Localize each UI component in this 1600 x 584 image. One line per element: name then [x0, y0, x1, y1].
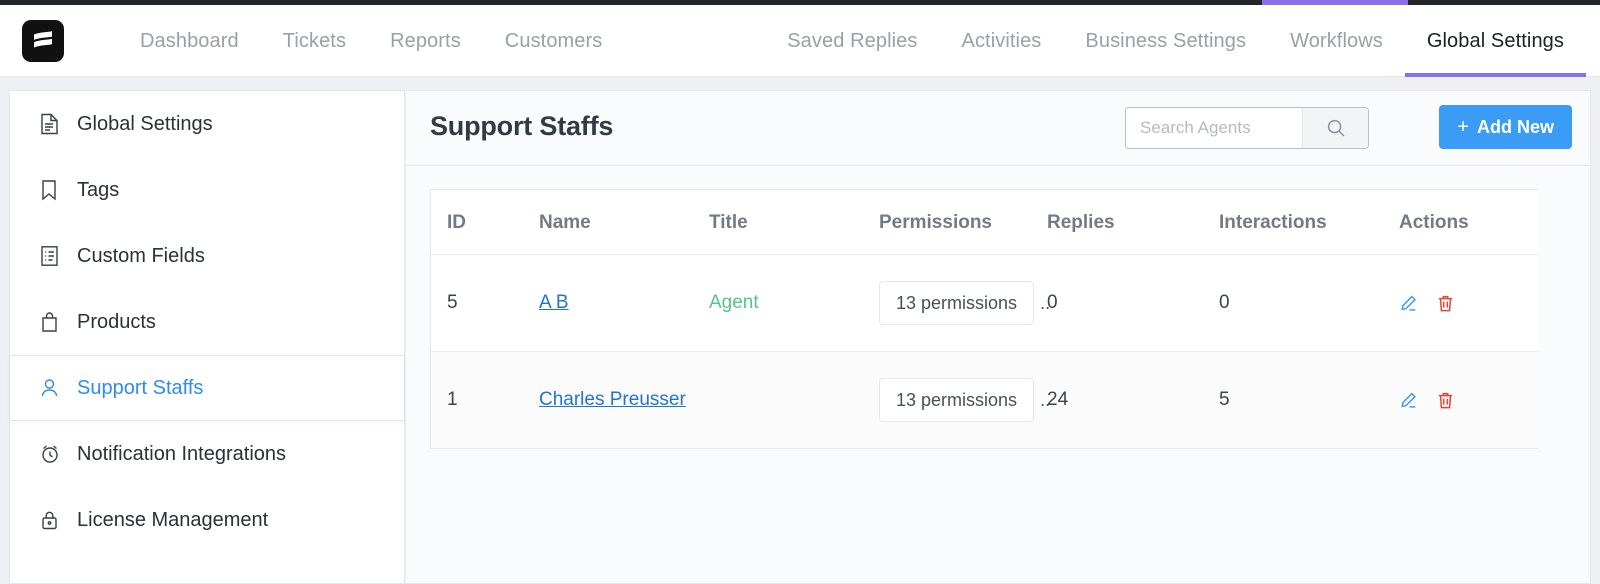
- sidebar-item-license-management[interactable]: License Management: [10, 487, 404, 553]
- column-header-interactions: Interactions: [1219, 190, 1399, 255]
- column-header-actions: Actions: [1399, 190, 1539, 255]
- staff-name-link[interactable]: Charles Preusser: [539, 389, 686, 410]
- permissions-chip[interactable]: 13 permissions: [879, 378, 1034, 422]
- nav-item-reports[interactable]: Reports: [368, 5, 483, 77]
- cell-interactions: 5: [1219, 352, 1399, 449]
- page-title: Support Staffs: [430, 111, 613, 142]
- table-row: 1 Charles Preusser 13 permissions ..: [431, 352, 1539, 449]
- cell-id: 1: [431, 352, 539, 449]
- column-header-name: Name: [539, 190, 709, 255]
- sidebar-item-label: Support Staffs: [77, 377, 203, 400]
- nav-label: Customers: [505, 30, 603, 53]
- column-header-permissions: Permissions: [879, 190, 1047, 255]
- permissions-chip[interactable]: 13 permissions: [879, 281, 1034, 325]
- sidebar-item-custom-fields[interactable]: Custom Fields: [10, 223, 404, 289]
- sidebar-item-label: License Management: [77, 509, 268, 532]
- alarm-clock-icon: [40, 442, 66, 466]
- cell-permissions: 13 permissions ..: [879, 352, 1047, 449]
- cell-actions: [1399, 352, 1539, 449]
- table-row: 5 A B Agent 13 permissions ..: [431, 255, 1539, 352]
- nav-label: Tickets: [283, 30, 346, 53]
- nav-item-customers[interactable]: Customers: [483, 5, 625, 77]
- bag-icon: [40, 310, 66, 334]
- primary-nav-left: Dashboard Tickets Reports Customers: [118, 5, 624, 77]
- nav-label: Saved Replies: [787, 30, 917, 53]
- nav-label: Global Settings: [1427, 30, 1564, 53]
- delete-icon[interactable]: [1436, 391, 1455, 410]
- sidebar-item-support-staffs[interactable]: Support Staffs: [10, 355, 404, 421]
- app-header: Dashboard Tickets Reports Customers Save…: [0, 5, 1600, 77]
- table-header-row: ID Name Title Permissions Replies Intera…: [431, 190, 1539, 255]
- sidebar-item-label: Global Settings: [77, 113, 213, 136]
- nav-label: Dashboard: [140, 30, 239, 53]
- column-header-id: ID: [431, 190, 539, 255]
- main-content-panel: Support Staffs + Add New ID: [406, 90, 1591, 584]
- edit-icon[interactable]: [1399, 391, 1418, 410]
- page-body: Global Settings Tags Custom Fields: [0, 78, 1600, 584]
- search-agents-control: [1125, 107, 1369, 149]
- panel-header: Support Staffs + Add New: [406, 91, 1590, 166]
- nav-item-global-settings[interactable]: Global Settings: [1405, 5, 1586, 77]
- user-icon: [40, 376, 66, 400]
- settings-sidebar: Global Settings Tags Custom Fields: [9, 90, 405, 584]
- fluent-support-logo[interactable]: [22, 20, 64, 62]
- list-document-icon: [40, 244, 66, 268]
- sidebar-item-label: Custom Fields: [77, 245, 205, 268]
- nav-label: Workflows: [1290, 30, 1383, 53]
- nav-item-workflows[interactable]: Workflows: [1268, 5, 1405, 77]
- cell-interactions: 0: [1219, 255, 1399, 352]
- cell-title: Agent: [709, 255, 879, 352]
- cell-replies: 24: [1047, 352, 1219, 449]
- plus-icon: +: [1457, 116, 1469, 139]
- bookmark-icon: [40, 178, 66, 202]
- nav-item-saved-replies[interactable]: Saved Replies: [765, 5, 939, 77]
- cell-title: [709, 352, 879, 449]
- nav-item-dashboard[interactable]: Dashboard: [118, 5, 261, 77]
- sidebar-item-global-settings[interactable]: Global Settings: [10, 91, 404, 157]
- sidebar-item-label: Notification Integrations: [77, 443, 286, 466]
- nav-item-business-settings[interactable]: Business Settings: [1063, 5, 1268, 77]
- support-staffs-table: ID Name Title Permissions Replies Intera…: [430, 189, 1538, 449]
- nav-item-activities[interactable]: Activities: [940, 5, 1064, 77]
- sidebar-item-label: Tags: [77, 179, 119, 202]
- nav-label: Reports: [390, 30, 461, 53]
- primary-nav-right: Saved Replies Activities Business Settin…: [765, 5, 1586, 77]
- cell-id: 5: [431, 255, 539, 352]
- cell-permissions: 13 permissions ..: [879, 255, 1047, 352]
- nav-label: Business Settings: [1085, 30, 1246, 53]
- document-icon: [40, 112, 66, 136]
- sidebar-item-tags[interactable]: Tags: [10, 157, 404, 223]
- sidebar-item-notification-integrations[interactable]: Notification Integrations: [10, 421, 404, 487]
- staff-name-link[interactable]: A B: [539, 292, 569, 313]
- search-icon[interactable]: [1302, 108, 1368, 148]
- cell-name: Charles Preusser: [539, 352, 709, 449]
- sidebar-item-label: Products: [77, 311, 156, 334]
- search-input[interactable]: [1126, 108, 1302, 148]
- nav-label: Activities: [962, 30, 1042, 53]
- column-header-replies: Replies: [1047, 190, 1219, 255]
- edit-icon[interactable]: [1399, 294, 1418, 313]
- add-new-button[interactable]: + Add New: [1439, 105, 1572, 149]
- add-new-label: Add New: [1477, 117, 1554, 138]
- lock-icon: [40, 508, 66, 532]
- cell-name: A B: [539, 255, 709, 352]
- sidebar-item-products[interactable]: Products: [10, 289, 404, 355]
- cell-replies: 0: [1047, 255, 1219, 352]
- cell-actions: [1399, 255, 1539, 352]
- delete-icon[interactable]: [1436, 294, 1455, 313]
- nav-item-tickets[interactable]: Tickets: [261, 5, 368, 77]
- column-header-title: Title: [709, 190, 879, 255]
- staff-title: Agent: [709, 292, 759, 313]
